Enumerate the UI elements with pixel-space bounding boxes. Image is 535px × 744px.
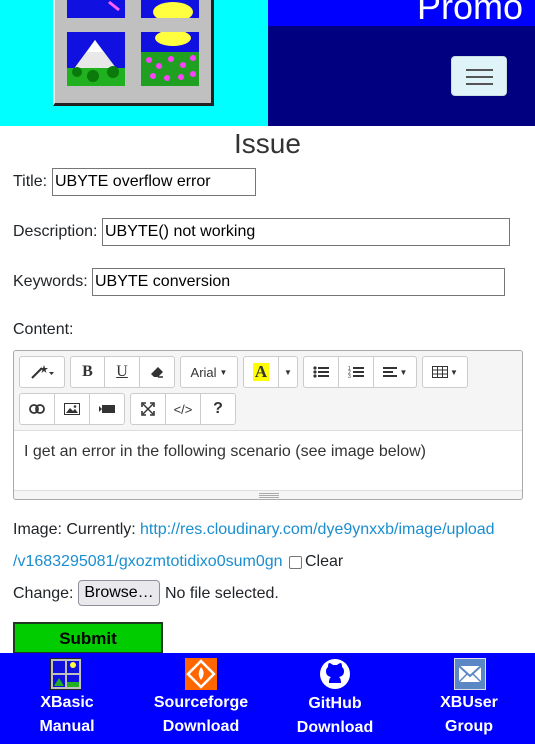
- chevron-down-icon: ▼: [399, 367, 408, 377]
- rich-text-editor: B U Arial ▼ A ▼ 123 ▼ ▼ </> ? I get an e…: [13, 350, 523, 500]
- chevron-down-icon: ▼: [219, 367, 228, 377]
- font-family-dropdown[interactable]: Arial ▼: [180, 356, 238, 388]
- promo-band: Promo: [268, 0, 535, 26]
- svg-text:3: 3: [348, 374, 351, 379]
- footer-sourceforge-download[interactable]: Sourceforge Download: [134, 653, 268, 744]
- footer-item-label: Download: [296, 719, 374, 736]
- text-color-label: A: [252, 362, 270, 381]
- eraser-icon: [150, 365, 164, 379]
- help-button[interactable]: ?: [200, 393, 236, 425]
- footer-item-label: XBUser: [440, 694, 498, 711]
- table-icon: [432, 366, 449, 378]
- footer-item-label: Manual: [39, 718, 95, 735]
- footer-item-label: Sourceforge: [153, 694, 249, 711]
- font-name: Arial: [190, 364, 217, 380]
- picture-icon: [64, 403, 80, 415]
- insert-picture-button[interactable]: [54, 393, 90, 425]
- footer-item-label: Download: [162, 718, 240, 735]
- footer-item-label: GitHub: [308, 695, 362, 712]
- style-dropdown-button[interactable]: [19, 356, 65, 388]
- footer-item-label: XBasic: [40, 694, 94, 711]
- keywords-field[interactable]: [92, 268, 505, 296]
- chevron-down-icon: ▼: [284, 367, 292, 377]
- logo-pane-top-right: [141, 0, 199, 18]
- grip-icon: [259, 493, 279, 498]
- hamburger-icon: [466, 69, 493, 71]
- hamburger-line: [466, 76, 493, 78]
- fullscreen-button[interactable]: [130, 393, 166, 425]
- underline-button[interactable]: U: [104, 356, 140, 388]
- current-image-link-continued[interactable]: /v1683295081/gxozmtotidixo0sum0gn: [13, 553, 283, 571]
- image-label: Image: Currently:: [13, 521, 136, 538]
- description-label: Description:: [13, 223, 98, 240]
- clear-label: Clear: [305, 553, 344, 570]
- logo-pane-top-left: [67, 0, 125, 18]
- footer-item-label: Group: [445, 718, 493, 735]
- mail-icon: [454, 658, 486, 690]
- xbasic-icon: [50, 658, 82, 690]
- ordered-list-icon: 123: [348, 365, 364, 379]
- chevron-down-icon: ▼: [450, 367, 458, 377]
- clear-checkbox[interactable]: [289, 556, 302, 569]
- paragraph-align-dropdown[interactable]: ▼: [373, 356, 417, 388]
- link-icon: [29, 404, 45, 414]
- footer-xbuser-group[interactable]: XBUser Group: [402, 653, 535, 744]
- insert-video-button[interactable]: [89, 393, 125, 425]
- footer-nav: XBasic Manual Sourceforge Download GitHu…: [0, 653, 535, 744]
- page-title: Issue: [234, 128, 301, 159]
- browse-button[interactable]: Browse…: [78, 580, 160, 606]
- keywords-label: Keywords:: [13, 273, 88, 290]
- menu-toggle-button[interactable]: [451, 56, 507, 96]
- logo-pane-mountain: [67, 32, 125, 86]
- bold-button[interactable]: B: [70, 356, 105, 388]
- fullscreen-icon: [141, 402, 155, 416]
- logo-pane-sunrise: [141, 32, 199, 86]
- ordered-list-button[interactable]: 123: [338, 356, 374, 388]
- current-image-link[interactable]: http://res.cloudinary.com/dye9ynxxb/imag…: [140, 521, 495, 539]
- footer-github-download[interactable]: GitHub Download: [268, 653, 402, 744]
- editor-content[interactable]: I get an error in the following scenario…: [24, 443, 426, 461]
- description-field[interactable]: [102, 218, 510, 246]
- submit-button[interactable]: Submit: [13, 622, 163, 654]
- windows-logo-icon[interactable]: [53, 0, 214, 106]
- site-header: Promo: [0, 0, 535, 126]
- footer-xbasic-manual[interactable]: XBasic Manual: [0, 653, 134, 744]
- title-field[interactable]: [52, 168, 256, 196]
- align-left-icon: [382, 366, 397, 378]
- title-label: Title:: [13, 173, 48, 190]
- file-status: No file selected.: [165, 585, 279, 602]
- hamburger-line: [466, 83, 493, 85]
- sourceforge-icon: [185, 658, 217, 690]
- unordered-list-icon: [313, 365, 329, 379]
- table-dropdown-button[interactable]: ▼: [422, 356, 468, 388]
- change-label: Change:: [13, 585, 74, 602]
- github-icon: [319, 658, 351, 690]
- code-view-button[interactable]: </>: [165, 393, 201, 425]
- editor-toolbar: B U Arial ▼ A ▼ 123 ▼ ▼ </> ?: [14, 351, 522, 431]
- editor-resize-handle[interactable]: [14, 490, 522, 499]
- magic-wand-icon: [30, 364, 54, 380]
- insert-link-button[interactable]: [19, 393, 55, 425]
- nav-bar: Promo: [268, 0, 535, 126]
- text-color-button[interactable]: A: [243, 356, 279, 388]
- content-label: Content:: [13, 321, 74, 338]
- clear-format-button[interactable]: [139, 356, 175, 388]
- video-icon: [99, 404, 115, 414]
- color-dropdown-button[interactable]: ▼: [278, 356, 298, 388]
- promo-link[interactable]: Promo: [417, 0, 523, 26]
- unordered-list-button[interactable]: [303, 356, 339, 388]
